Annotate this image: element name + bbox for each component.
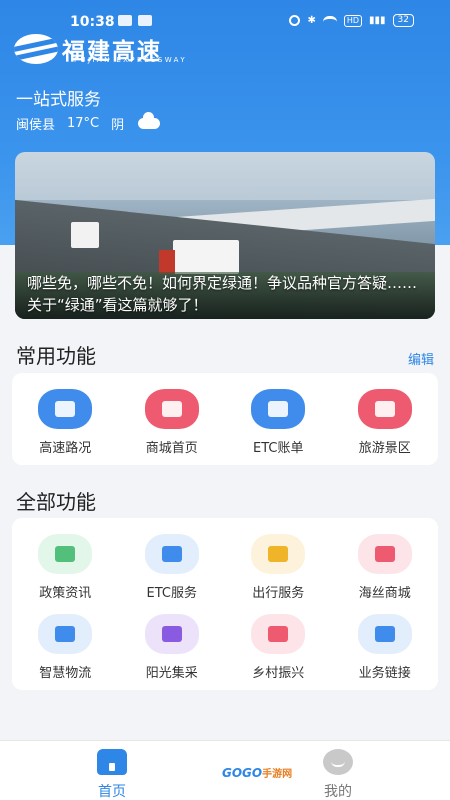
function-label: 旅游景区 (358, 441, 411, 456)
function-item[interactable]: 政策资讯 (12, 526, 119, 606)
edit-button[interactable]: 编辑 (408, 349, 434, 368)
policy-news-icon (38, 534, 93, 574)
common-functions-card: 高速路况 商城首页 ETC账单 旅游景区 (12, 373, 438, 465)
function-label: 业务链接 (358, 666, 411, 681)
weather-info: 闽侯县 17°C 阴 (16, 112, 161, 133)
function-label: 阳光集采 (145, 666, 198, 681)
function-label: 商城首页 (145, 441, 198, 456)
message-icon (138, 15, 152, 26)
all-functions-title: 全部功能 (16, 490, 96, 514)
banner-headline: 哪些免，哪些不免！如何界定绿通！争议品种官方答疑……关于“绿通”看这篇就够了！ (27, 274, 418, 314)
weather-location: 闽侯县 (16, 118, 56, 133)
function-label: 海丝商城 (358, 586, 411, 601)
function-item[interactable]: ETC账单 (225, 381, 332, 461)
android-icon (118, 15, 132, 26)
function-label: 乡村振兴 (252, 666, 305, 681)
all-functions-card: 政策资讯 ETC服务 出行服务 海丝商城智慧物流 阳光集采 乡村振兴 业务链接 (12, 518, 438, 690)
all-functions-grid: 政策资讯 ETC服务 出行服务 海丝商城智慧物流 阳光集采 乡村振兴 业务链接 (12, 518, 438, 694)
tab-mine-label: 我的 (324, 784, 352, 800)
bluetooth-icon: ✱ (307, 15, 316, 26)
tab-home[interactable]: 首页 (82, 749, 142, 800)
weather-temperature: 17°C (67, 116, 100, 131)
shop-home-icon (144, 389, 199, 429)
user-icon (323, 749, 353, 775)
rural-revitalization-icon (251, 614, 306, 654)
function-label: 智慧物流 (39, 666, 92, 681)
tab-mine[interactable]: 我的 (308, 749, 368, 800)
function-item[interactable]: 乡村振兴 (225, 606, 332, 686)
haisi-mall-icon (357, 534, 412, 574)
common-functions-title: 常用功能 (16, 344, 96, 368)
news-banner[interactable]: 哪些免，哪些不免！如何界定绿通！争议品种官方答疑……关于“绿通”看这篇就够了！ (15, 152, 435, 319)
smart-logistics-icon (38, 614, 93, 654)
function-item[interactable]: 出行服务 (225, 526, 332, 606)
function-item[interactable]: ETC服务 (119, 526, 226, 606)
common-functions-grid: 高速路况 商城首页 ETC账单 旅游景区 (12, 373, 438, 469)
watermark-logo: GOGO手游网 (222, 766, 293, 780)
home-icon (97, 749, 127, 775)
function-item[interactable]: 海丝商城 (332, 526, 439, 606)
function-item[interactable]: 旅游景区 (332, 381, 439, 461)
function-item[interactable]: 商城首页 (119, 381, 226, 461)
weather-condition: 阴 (111, 118, 125, 133)
function-label: 政策资讯 (39, 586, 92, 601)
road-condition-icon (38, 389, 93, 429)
travel-service-icon (251, 534, 306, 574)
etc-service-icon (144, 534, 199, 574)
battery-icon: 32 (392, 14, 414, 27)
scenic-spot-icon (357, 389, 412, 429)
sunshine-purchase-icon (144, 614, 199, 654)
bottom-tab-bar: 首页 GOGO手游网 我的 (0, 740, 450, 800)
status-time: 10:38 (70, 14, 115, 30)
function-label: ETC账单 (253, 441, 304, 456)
business-link-icon (357, 614, 412, 654)
function-item[interactable]: 业务链接 (332, 606, 439, 686)
wifi-icon (322, 15, 337, 26)
logo-mark-icon (14, 34, 58, 64)
signal-icon: ▮▮▮ (369, 15, 386, 26)
function-item[interactable]: 阳光集采 (119, 606, 226, 686)
hd-icon: HD (343, 14, 363, 27)
alarm-icon (289, 15, 301, 26)
fujian-expressway-logo: 福建高速 FUJIAN EXPRESSWAY (14, 34, 204, 65)
logo-subtext: FUJIAN EXPRESSWAY (74, 56, 188, 64)
function-item[interactable]: 智慧物流 (12, 606, 119, 686)
etc-bill-icon (251, 389, 306, 429)
tab-home-label: 首页 (98, 784, 126, 800)
function-label: ETC服务 (146, 586, 197, 601)
function-label: 高速路况 (39, 441, 92, 456)
function-label: 出行服务 (252, 586, 305, 601)
cloud-icon (138, 112, 161, 129)
function-item[interactable]: 高速路况 (12, 381, 119, 461)
slogan: 一站式服务 (16, 90, 101, 110)
